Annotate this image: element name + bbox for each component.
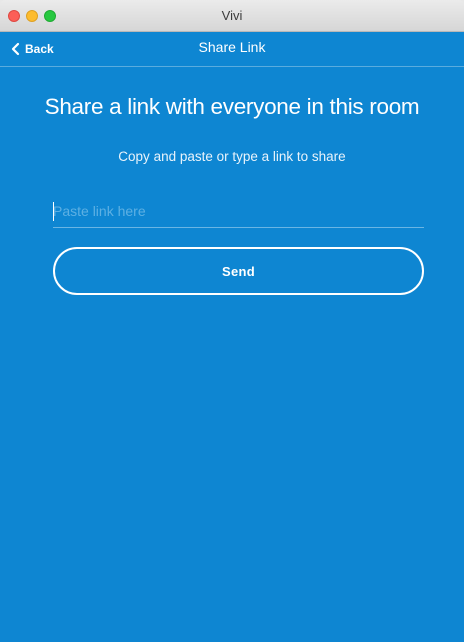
app-window: Vivi Back Share Link Share a link with e…	[0, 0, 464, 642]
title-bar[interactable]: Vivi	[0, 0, 464, 32]
share-link-screen: Back Share Link Share a link with everyo…	[0, 32, 464, 642]
page-title: Share Link	[198, 39, 266, 55]
window-title: Vivi	[221, 8, 243, 23]
share-instructions: Copy and paste or type a link to share	[118, 149, 346, 164]
text-caret	[53, 202, 54, 221]
share-heading: Share a link with everyone in this room	[44, 94, 420, 119]
send-button[interactable]: Send	[53, 247, 424, 295]
nav-bar: Back Share Link	[0, 32, 464, 67]
link-input[interactable]	[53, 195, 424, 228]
